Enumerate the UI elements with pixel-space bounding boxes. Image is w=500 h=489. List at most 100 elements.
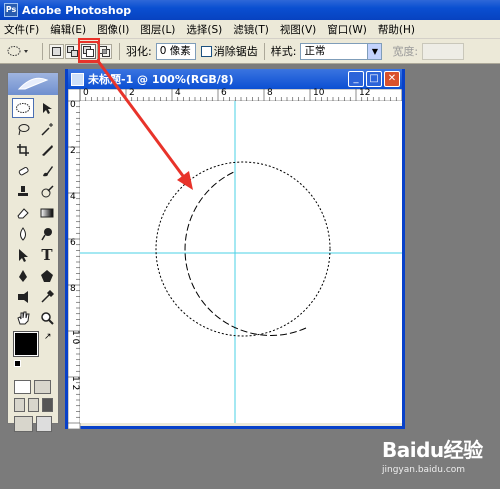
move-tool-icon[interactable] — [36, 98, 58, 118]
toolbox-header — [8, 73, 58, 95]
ruler-v-label: 4 — [70, 192, 76, 202]
elliptical-marquee-tool-icon[interactable] — [12, 98, 34, 118]
feather-label: 羽化: — [126, 45, 152, 58]
jump-row — [8, 412, 58, 432]
color-swatches: ↗ — [13, 331, 58, 372]
ruler-h-label: 4 — [175, 88, 181, 98]
baidu-watermark: Baidu经验 jingyan.baidu.com — [382, 434, 492, 484]
canvas[interactable] — [80, 101, 402, 423]
antialias-label: 消除锯齿 — [213, 45, 258, 58]
baidu-url: jingyan.baidu.com — [382, 465, 466, 475]
width-label: 宽度: — [392, 45, 419, 58]
menu-bar: 文件(F) 编辑(E) 图像(I) 图层(L) 选择(S) 滤镜(T) 视图(V… — [0, 20, 500, 39]
gradient-tool-icon[interactable] — [36, 203, 58, 223]
pen-tool-icon[interactable] — [12, 266, 34, 286]
new-selection-button[interactable] — [49, 43, 64, 59]
app-title: Adobe Photoshop — [22, 3, 132, 17]
menu-file[interactable]: 文件(F) — [4, 22, 39, 37]
minimize-button[interactable]: _ — [348, 71, 364, 87]
toolbox-panel: T ↗ — [7, 72, 59, 432]
full-screen-icon[interactable] — [42, 398, 53, 412]
default-colors-icon[interactable] — [14, 360, 21, 367]
eraser-tool-icon[interactable] — [12, 203, 34, 223]
menu-view[interactable]: 视图(V) — [280, 22, 316, 37]
document-icon — [71, 72, 84, 86]
eyedropper-tool-icon[interactable] — [36, 287, 58, 307]
history-brush-tool-icon[interactable] — [36, 182, 58, 202]
dodge-tool-icon[interactable] — [36, 224, 58, 244]
ruler-h-label: 8 — [267, 88, 273, 98]
ruler-v-label: 6 — [70, 238, 76, 248]
checkbox-box[interactable] — [200, 45, 212, 57]
type-tool-icon[interactable]: T — [36, 245, 58, 265]
app-title-bar: Ps Adobe Photoshop — [0, 0, 500, 20]
menu-filter[interactable]: 滤镜(T) — [233, 22, 269, 37]
close-button[interactable]: ✕ — [384, 71, 400, 87]
healing-brush-tool-icon[interactable] — [12, 161, 34, 181]
separator — [42, 42, 43, 60]
swap-colors-icon[interactable]: ↗ — [44, 332, 52, 342]
menu-image[interactable]: 图像(I) — [97, 22, 129, 37]
menu-window[interactable]: 窗口(W) — [327, 22, 367, 37]
ruler-h-label: 12 — [359, 88, 371, 98]
tool-grid: T — [8, 95, 58, 328]
width-input — [422, 42, 465, 60]
clone-stamp-tool-icon[interactable] — [12, 182, 34, 202]
separator — [263, 42, 265, 60]
lasso-tool-icon[interactable] — [12, 119, 34, 139]
document-window: 未标题-1 @ 100%(RGB/8) _ □ ✕ 0 2 4 6 8 10 1… — [65, 69, 405, 429]
document-title: 未标题-1 @ 100%(RGB/8) — [88, 73, 234, 86]
options-bar: 羽化: 0 像素 消除锯齿 样式: 正常 ▼ 宽度: — [0, 39, 500, 64]
standard-screen-icon[interactable] — [14, 398, 25, 412]
intersect-selection-button[interactable] — [97, 43, 112, 59]
screen-mode-row — [8, 394, 58, 412]
imageready-icon[interactable] — [36, 416, 52, 432]
blur-tool-icon[interactable] — [12, 224, 34, 244]
ruler-h-label: 2 — [129, 88, 135, 98]
feather-logo-icon — [17, 77, 49, 90]
ruler-h-label: 10 — [313, 88, 325, 98]
ruler-v-label: 8 — [70, 284, 76, 294]
ruler-h-label: 0 — [83, 88, 89, 98]
canvas-drawing — [80, 101, 402, 423]
menu-select[interactable]: 选择(S) — [186, 22, 222, 37]
slice-tool-icon[interactable] — [36, 140, 58, 160]
quick-mask-mode-icon[interactable] — [34, 380, 51, 394]
style-select[interactable]: 正常 ▼ — [300, 42, 383, 60]
foreground-color-swatch[interactable] — [13, 331, 39, 357]
style-label: 样式: — [270, 45, 297, 58]
shape-tool-icon[interactable] — [36, 266, 58, 286]
zoom-tool-icon[interactable] — [36, 308, 58, 328]
style-value: 正常 — [304, 44, 326, 57]
horizontal-ruler: 0 2 4 6 8 10 12 — [80, 88, 402, 101]
ruler-v-label: 1 2 — [70, 376, 80, 391]
jump-to-imageready-icon[interactable] — [14, 416, 33, 432]
feather-input[interactable]: 0 像素 — [155, 42, 196, 60]
photoshop-icon: Ps — [4, 3, 18, 17]
chevron-down-icon[interactable]: ▼ — [367, 43, 382, 59]
mask-mode-row — [8, 376, 58, 394]
ruler-v-label: 0 — [70, 100, 76, 110]
standard-mode-icon[interactable] — [14, 380, 31, 394]
ruler-v-label: 2 — [70, 146, 76, 156]
hand-tool-icon[interactable] — [12, 308, 34, 328]
antialias-checkbox[interactable]: 消除锯齿 — [200, 43, 258, 59]
elliptical-marquee-preset-icon[interactable] — [6, 44, 32, 58]
subtract-from-selection-button[interactable] — [78, 40, 99, 62]
add-to-selection-button[interactable] — [65, 43, 80, 59]
outer-selection-circle — [155, 161, 331, 337]
magic-wand-tool-icon[interactable] — [36, 119, 58, 139]
vertical-ruler: 0 2 4 6 8 1 0 1 2 — [68, 100, 80, 423]
baidu-logo: Baidu经验 — [382, 438, 483, 462]
menu-layer[interactable]: 图层(L) — [140, 22, 175, 37]
maximize-button[interactable]: □ — [366, 71, 382, 87]
notes-tool-icon[interactable] — [12, 287, 34, 307]
menu-edit[interactable]: 编辑(E) — [50, 22, 86, 37]
ruler-h-label: 6 — [221, 88, 227, 98]
brush-tool-icon[interactable] — [36, 161, 58, 181]
full-screen-menu-icon[interactable] — [28, 398, 39, 412]
menu-help[interactable]: 帮助(H) — [378, 22, 415, 37]
separator — [119, 42, 120, 60]
crop-tool-icon[interactable] — [12, 140, 34, 160]
path-selection-tool-icon[interactable] — [12, 245, 34, 265]
